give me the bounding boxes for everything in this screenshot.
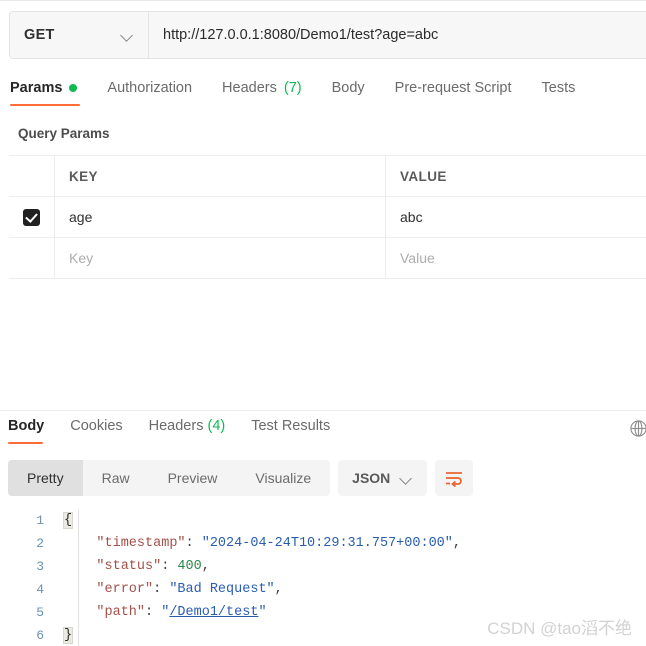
response-tab-cookies-label: Cookies — [70, 418, 123, 434]
code-token: , — [452, 536, 461, 551]
response-view-switcher: Pretty Raw Preview Visualize JSON — [8, 460, 474, 496]
line-number: 5 — [36, 605, 44, 620]
query-params-table: KEY VALUE age abc Key Value — [9, 155, 646, 279]
response-tab-body-label: Body — [8, 418, 45, 434]
url-input[interactable]: http://127.0.0.1:8080/Demo1/test?age=abc — [149, 12, 646, 58]
code-line: 3 "status": 400, — [0, 555, 646, 578]
chevron-down-icon — [400, 472, 413, 485]
http-method-selector[interactable]: GET — [10, 12, 149, 58]
code-token: , — [274, 582, 283, 597]
request-tab-bar: Params Authorization Headers (7) Body Pr… — [10, 80, 589, 106]
code-token: { — [62, 512, 74, 529]
table-row: age abc — [9, 197, 646, 238]
code-token: : — [161, 559, 178, 574]
code-token: : — [185, 536, 202, 551]
table-header-row: KEY VALUE — [9, 156, 646, 197]
response-tab-headers-count: (4) — [207, 418, 226, 434]
code-token: : — [145, 605, 162, 620]
tab-headers-label: Headers — [222, 80, 277, 96]
row-checkbox-cell — [9, 197, 55, 237]
tab-headers-count: (7) — [283, 80, 302, 96]
code-token: "2024-04-24T10:29:31.757+00:00" — [201, 536, 453, 551]
tab-body[interactable]: Body — [332, 80, 379, 106]
code-token[interactable]: /Demo1/test — [169, 605, 258, 620]
http-method-label: GET — [24, 27, 55, 43]
view-pretty-button[interactable]: Pretty — [8, 460, 83, 496]
row-checkbox-cell-empty — [9, 238, 55, 278]
params-modified-dot-icon — [69, 84, 78, 92]
code-token: , — [201, 559, 210, 574]
new-param-key-input[interactable]: Key — [55, 238, 386, 278]
tab-tests-label: Tests — [541, 80, 576, 96]
indent-guide — [78, 509, 79, 646]
tab-tests[interactable]: Tests — [542, 80, 590, 106]
code-line-text: { — [58, 512, 74, 529]
response-tab-bar: Body Cookies Headers (4) Test Results — [8, 418, 356, 444]
line-number: 2 — [36, 536, 44, 551]
line-number: 3 — [36, 559, 44, 574]
tab-pre-request-script[interactable]: Pre-request Script — [395, 80, 526, 106]
line-number: 6 — [36, 628, 44, 643]
code-line: 2 "timestamp": "2024-04-24T10:29:31.757+… — [0, 532, 646, 555]
url-bar: GET http://127.0.0.1:8080/Demo1/test?age… — [9, 11, 646, 59]
code-token: "Bad Request" — [169, 582, 275, 597]
table-row-empty: Key Value — [9, 238, 646, 279]
param-enabled-checkbox[interactable] — [23, 208, 40, 226]
wrap-text-icon — [446, 472, 463, 487]
tab-params-label: Params — [10, 80, 63, 96]
postman-request-response-panel: GET http://127.0.0.1:8080/Demo1/test?age… — [0, 0, 646, 646]
code-token: "error" — [96, 582, 154, 597]
tab-authorization[interactable]: Authorization — [107, 80, 206, 106]
code-line: 4 "error": "Bad Request", — [0, 578, 646, 601]
code-line: 1{ — [0, 509, 646, 532]
chevron-down-icon — [121, 29, 134, 42]
tab-authorization-label: Authorization — [107, 80, 193, 96]
watermark: CSDN @tao滔不绝 — [487, 619, 632, 638]
code-token: "timestamp" — [96, 536, 186, 551]
code-token: : — [153, 582, 170, 597]
response-format-label: JSON — [352, 470, 391, 486]
line-number: 1 — [36, 513, 44, 528]
response-tab-body[interactable]: Body — [8, 418, 44, 444]
query-params-title: Query Params — [18, 126, 110, 141]
param-key-input[interactable]: age — [55, 197, 386, 237]
view-preview-button[interactable]: Preview — [149, 460, 237, 496]
view-visualize-button[interactable]: Visualize — [236, 460, 330, 496]
tab-pre-request-script-label: Pre-request Script — [394, 80, 512, 96]
code-line-text: "path": "/Demo1/test" — [58, 605, 267, 620]
wrap-lines-button[interactable] — [435, 460, 474, 496]
view-raw-button[interactable]: Raw — [83, 460, 149, 496]
response-format-selector[interactable]: JSON — [338, 460, 428, 496]
param-value-input[interactable]: abc — [386, 197, 646, 237]
response-tab-cookies[interactable]: Cookies — [70, 418, 122, 444]
response-view-segments: Pretty Raw Preview Visualize — [8, 460, 331, 496]
new-param-value-input[interactable]: Value — [386, 238, 646, 278]
tab-body-label: Body — [331, 80, 365, 96]
tab-params[interactable]: Params — [10, 80, 91, 106]
globe-icon[interactable] — [629, 419, 646, 438]
header-value: VALUE — [400, 168, 447, 184]
code-token: "status" — [96, 559, 162, 574]
code-token: 400 — [177, 559, 202, 574]
tab-headers[interactable]: Headers (7) — [222, 80, 316, 106]
code-line-text: "status": 400, — [58, 559, 210, 574]
response-tab-test-results[interactable]: Test Results — [251, 418, 330, 444]
header-checkbox-cell — [9, 156, 55, 196]
response-tab-headers[interactable]: Headers (4) — [149, 418, 226, 444]
pane-divider — [0, 410, 646, 411]
code-line-text: } — [58, 627, 74, 644]
response-tab-test-results-label: Test Results — [251, 418, 331, 434]
header-key: KEY — [55, 156, 386, 196]
response-tab-headers-label: Headers — [148, 418, 204, 434]
code-line-text: "timestamp": "2024-04-24T10:29:31.757+00… — [58, 536, 461, 551]
line-number: 4 — [36, 582, 44, 597]
code-token: } — [62, 627, 74, 644]
code-token: "path" — [96, 605, 146, 620]
code-token: " — [258, 605, 267, 620]
code-line-text: "error": "Bad Request", — [58, 582, 283, 597]
